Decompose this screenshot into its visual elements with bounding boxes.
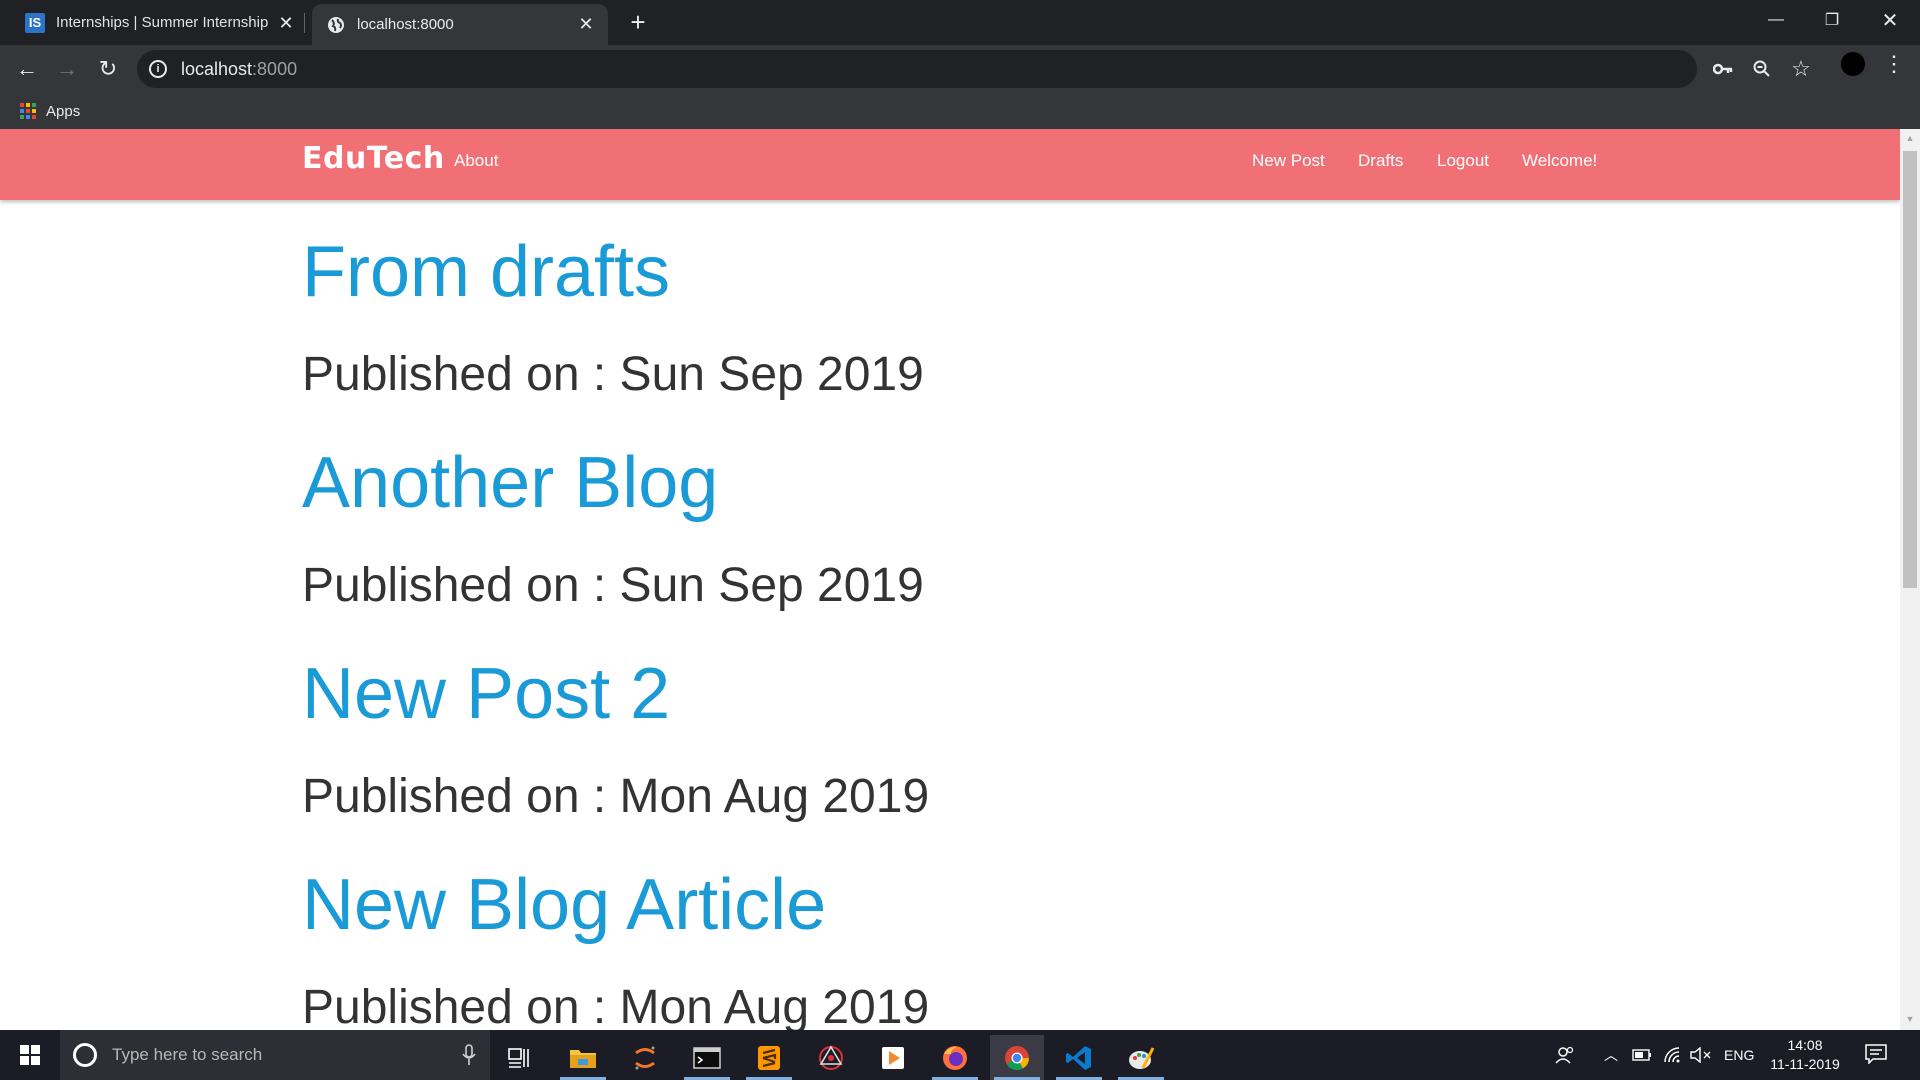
clock-date: 11-11-2019 xyxy=(1770,1056,1840,1072)
post-title-link[interactable]: New Post 2 xyxy=(302,653,670,735)
nav-new-post[interactable]: New Post xyxy=(1252,151,1325,171)
close-tab-icon[interactable]: ✕ xyxy=(576,14,596,34)
post-published-date: Published on : Sun Sep 2019 xyxy=(302,348,924,401)
post-published-date: Published on : Mon Aug 2019 xyxy=(302,770,930,823)
page-viewport: EduTech About New Post Drafts Logout Wel… xyxy=(0,129,1900,1030)
terminal-icon[interactable] xyxy=(680,1035,734,1080)
site-info-icon[interactable]: i xyxy=(149,60,167,78)
post-published-date: Published on : Sun Sep 2019 xyxy=(302,559,924,612)
tab-title: Internships | Summer Internship | xyxy=(56,14,271,31)
post-title-link[interactable]: From drafts xyxy=(302,231,670,313)
url-text: localhost:8000 xyxy=(181,58,298,79)
new-tab-button[interactable]: + xyxy=(624,7,652,37)
browser-tabstrip: IS Internships | Summer Internship | ✕ l… xyxy=(0,0,1920,45)
globe-icon xyxy=(326,15,346,35)
restore-button[interactable]: ❐ xyxy=(1804,0,1860,40)
clock-time: 14:08 xyxy=(1787,1037,1823,1053)
post-title-link[interactable]: New Blog Article xyxy=(302,864,826,946)
site-navbar: EduTech About New Post Drafts Logout Wel… xyxy=(0,129,1900,200)
browser-toolbar: ← → ↻ i localhost:8000 ☆ Apps xyxy=(0,45,1920,129)
battery-icon[interactable] xyxy=(1632,1030,1652,1080)
browser-menu-icon[interactable]: ⋮ xyxy=(1882,49,1906,79)
close-tab-icon[interactable]: ✕ xyxy=(276,13,296,33)
forward-button[interactable]: → xyxy=(51,53,83,85)
media-player-icon[interactable] xyxy=(866,1035,920,1080)
start-button[interactable] xyxy=(0,1030,60,1080)
windows-taskbar: Type here to search ︿ ENG 14:08 11-11-20… xyxy=(0,1030,1920,1080)
back-button[interactable]: ← xyxy=(11,53,43,85)
key-icon[interactable] xyxy=(1708,54,1738,84)
action-center-icon[interactable] xyxy=(1864,1042,1888,1066)
reload-button[interactable]: ↻ xyxy=(92,53,124,85)
firefox-icon[interactable] xyxy=(928,1035,982,1080)
search-placeholder: Type here to search xyxy=(112,1045,263,1064)
paint-icon[interactable] xyxy=(1114,1035,1168,1080)
network-app-icon[interactable] xyxy=(804,1035,858,1080)
chrome-icon[interactable] xyxy=(990,1035,1044,1080)
apps-icon[interactable] xyxy=(20,103,36,119)
brand-logo[interactable]: EduTech xyxy=(302,141,445,176)
people-icon[interactable] xyxy=(1555,1030,1575,1080)
nav-about[interactable]: About xyxy=(454,151,498,171)
address-bar[interactable]: i localhost:8000 xyxy=(137,50,1697,88)
show-hidden-icons-chevron-icon[interactable]: ︿ xyxy=(1604,1030,1618,1080)
scroll-down-arrow-icon[interactable]: ▼ xyxy=(1904,1014,1916,1028)
post-published-date: Published on : Mon Aug 2019 xyxy=(302,981,930,1030)
jupyter-icon[interactable] xyxy=(618,1035,672,1080)
apps-bookmark-label[interactable]: Apps xyxy=(46,103,80,120)
tab-localhost[interactable]: localhost:8000 ✕ xyxy=(312,4,608,45)
nav-welcome[interactable]: Welcome! xyxy=(1522,151,1597,171)
minimize-button[interactable]: — xyxy=(1748,0,1804,40)
close-window-button[interactable]: ✕ xyxy=(1862,0,1918,40)
volume-muted-icon[interactable] xyxy=(1690,1030,1712,1080)
file-explorer-icon[interactable] xyxy=(556,1035,610,1080)
vscode-icon[interactable] xyxy=(1052,1035,1106,1080)
internshala-favicon-icon: IS xyxy=(25,12,45,33)
taskbar-search-box[interactable]: Type here to search xyxy=(60,1030,490,1080)
cortana-icon xyxy=(73,1043,97,1067)
windows-logo-icon xyxy=(20,1045,40,1065)
scrollbar-thumb[interactable] xyxy=(1903,151,1917,588)
sublime-text-icon[interactable] xyxy=(742,1035,796,1080)
tab-title: localhost:8000 xyxy=(357,16,454,33)
bookmarks-bar: Apps xyxy=(0,93,80,129)
wifi-icon[interactable] xyxy=(1663,1030,1683,1080)
language-indicator[interactable]: ENG xyxy=(1724,1030,1754,1080)
post-title-link[interactable]: Another Blog xyxy=(302,442,718,524)
nav-drafts[interactable]: Drafts xyxy=(1358,151,1403,171)
zoom-icon[interactable] xyxy=(1747,54,1777,84)
tab-internships[interactable]: IS Internships | Summer Internship | ✕ xyxy=(0,0,308,45)
task-view-icon[interactable] xyxy=(492,1035,546,1080)
page-scrollbar[interactable]: ▲ ▼ xyxy=(1900,129,1920,1030)
tab-divider xyxy=(304,13,305,33)
taskbar-clock[interactable]: 14:08 11-11-2019 xyxy=(1765,1036,1845,1074)
nav-logout[interactable]: Logout xyxy=(1437,151,1489,171)
profile-avatar[interactable] xyxy=(1841,52,1865,76)
microphone-icon[interactable] xyxy=(462,1044,476,1066)
scroll-up-arrow-icon[interactable]: ▲ xyxy=(1904,133,1916,147)
bookmark-star-icon[interactable]: ☆ xyxy=(1786,54,1816,84)
